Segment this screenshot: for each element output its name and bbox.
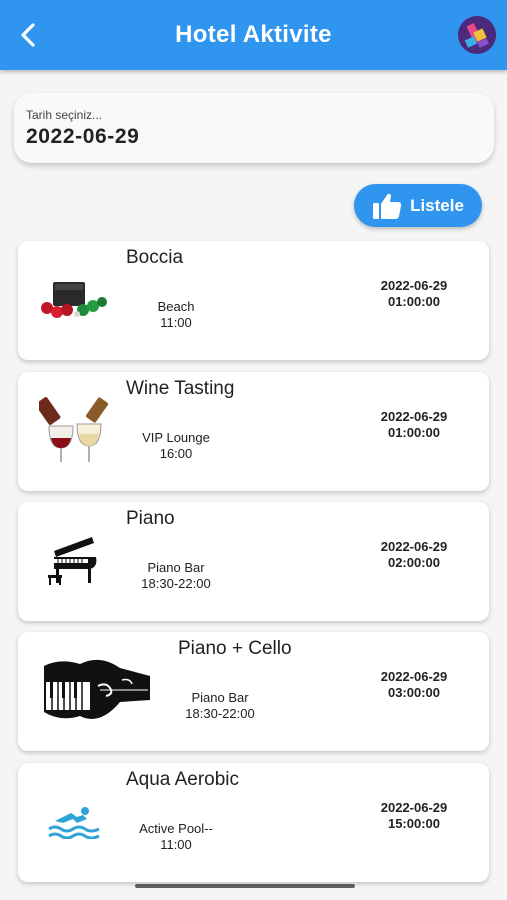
activity-location-name: Beach — [157, 299, 195, 314]
activity-datetime: 2022-06-29 15:00:00 — [359, 800, 469, 832]
activity-name: Aqua Aerobic — [126, 769, 240, 790]
activity-clock: 03:00:00 — [387, 685, 441, 700]
activity-name: Boccia — [126, 247, 184, 268]
piano-cello-image — [40, 654, 152, 728]
activity-location: Piano Bar 18:30-22:00 — [170, 690, 270, 722]
activity-location: VIP Lounge 16:00 — [126, 430, 226, 462]
activity-datetime: 2022-06-29 03:00:00 — [359, 669, 469, 701]
activity-card-wine-tasting[interactable]: Wine Tasting VIP Lounge 16:00 2022-06-29… — [18, 372, 489, 491]
activity-date: 2022-06-29 — [380, 409, 448, 424]
activity-card-piano-cello[interactable]: Piano + Cello Piano Bar 18:30-22:00 2022… — [18, 632, 489, 751]
date-picker-field[interactable]: Tarih seçiniz... 2022-06-29 — [14, 93, 494, 163]
activity-time: 11:00 — [160, 837, 192, 852]
activity-name: Piano — [126, 508, 175, 529]
activity-time: 11:00 — [160, 315, 192, 330]
activity-date: 2022-06-29 — [380, 800, 448, 815]
activity-date: 2022-06-29 — [380, 278, 448, 293]
activity-date: 2022-06-29 — [380, 539, 448, 554]
grand-piano-image — [36, 524, 112, 598]
boccia-balls-image — [36, 263, 112, 337]
thumbs-up-icon — [373, 193, 402, 219]
activity-name: Piano + Cello — [178, 638, 292, 659]
activity-location-name: Piano Bar — [191, 690, 249, 705]
activity-location-name: Active Pool-- — [139, 821, 213, 836]
activity-card-boccia[interactable]: Boccia Beach 11:00 2022-06-29 01:00:00 — [18, 241, 489, 360]
activity-card-aqua-aerobic[interactable]: Aqua Aerobic Active Pool-- 11:00 2022-06… — [18, 763, 489, 882]
activity-time: 18:30-22:00 — [185, 706, 255, 721]
activity-clock: 02:00:00 — [387, 555, 441, 570]
activity-datetime: 2022-06-29 02:00:00 — [359, 539, 469, 571]
activity-location: Piano Bar 18:30-22:00 — [126, 560, 226, 592]
date-picker-value: 2022-06-29 — [26, 125, 140, 148]
activity-datetime: 2022-06-29 01:00:00 — [359, 409, 469, 441]
activity-date: 2022-06-29 — [380, 669, 448, 684]
home-indicator — [135, 884, 355, 888]
activity-location: Beach 11:00 — [126, 299, 226, 331]
list-button[interactable]: Listele — [354, 184, 482, 227]
activity-clock: 01:00:00 — [387, 294, 441, 309]
swimmer-icon — [36, 785, 112, 859]
page-title: Hotel Aktivite — [175, 21, 332, 48]
app-logo-icon[interactable] — [458, 16, 496, 54]
wine-glasses-image — [36, 394, 112, 468]
app-bar: Hotel Aktivite — [0, 0, 507, 70]
activity-datetime: 2022-06-29 01:00:00 — [359, 278, 469, 310]
activity-location-name: VIP Lounge — [142, 430, 210, 445]
activity-time: 16:00 — [159, 446, 193, 461]
activity-clock: 15:00:00 — [387, 816, 441, 831]
activity-clock: 01:00:00 — [387, 425, 441, 440]
activity-time: 18:30-22:00 — [141, 576, 211, 591]
activity-location-name: Piano Bar — [147, 560, 205, 575]
activity-location: Active Pool-- 11:00 — [126, 821, 226, 853]
list-button-label: Listele — [410, 195, 464, 215]
date-picker-label: Tarih seçiniz... — [26, 108, 103, 122]
activity-card-piano[interactable]: Piano Piano Bar 18:30-22:00 2022-06-29 0… — [18, 502, 489, 621]
activity-name: Wine Tasting — [126, 378, 235, 399]
